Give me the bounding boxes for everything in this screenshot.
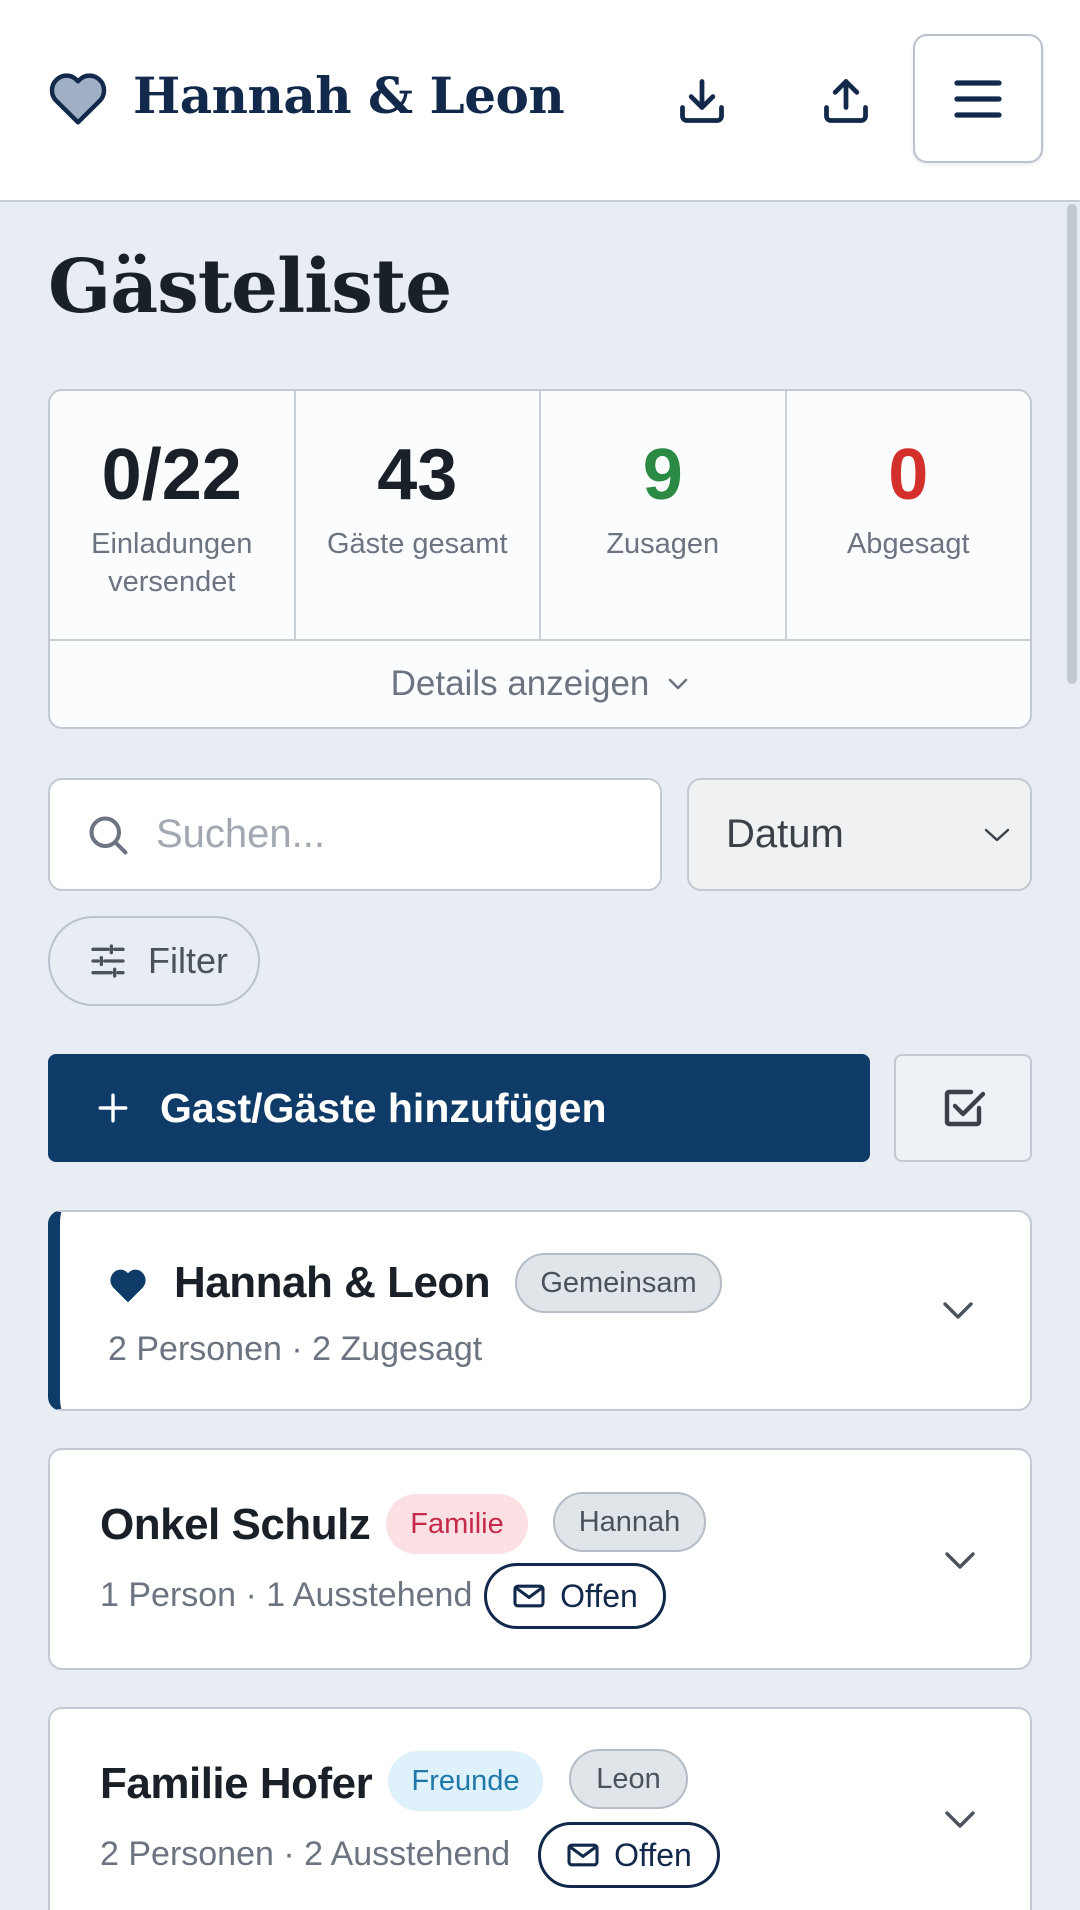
group-tag-owner: Hannah — [553, 1492, 706, 1552]
app-title: Hannah & Leon — [133, 66, 565, 125]
details-toggle[interactable]: Details anzeigen — [50, 641, 1030, 727]
group-name: Familie Hofer — [100, 1759, 373, 1808]
stat-label: Zusagen — [606, 528, 720, 560]
checkbox-icon — [944, 1089, 986, 1127]
group-name: Onkel Schulz — [100, 1500, 371, 1549]
chevron-down-icon — [984, 828, 1010, 841]
guest-group-card[interactable]: Familie Hofer Freunde Leon 2 Personen · … — [48, 1707, 1032, 1910]
stat-accepted: 9 Zusagen — [541, 391, 787, 639]
sliders-icon — [91, 944, 125, 978]
filter-button[interactable]: Filter — [48, 916, 260, 1006]
add-guest-button[interactable]: Gast/Gäste hinzufügen — [48, 1054, 870, 1162]
stat-declined: 0 Abgesagt — [787, 391, 1031, 639]
group-summary: 2 Personen · 2 Zugesagt — [108, 1330, 483, 1368]
page-title: Gästeliste — [48, 244, 452, 330]
sort-select[interactable]: Datum — [687, 778, 1032, 891]
sort-selected-value: Datum — [726, 812, 844, 856]
download-icon — [680, 79, 724, 123]
upload-icon — [824, 79, 868, 123]
scrollbar[interactable] — [1067, 204, 1077, 684]
details-label: Details anzeigen — [390, 664, 650, 703]
guest-group-card[interactable]: Hannah & Leon Gemeinsam 2 Personen · 2 Z… — [48, 1210, 1032, 1411]
download-button[interactable] — [667, 66, 737, 136]
status-label: Offen — [560, 1577, 638, 1614]
menu-icon — [954, 79, 1002, 118]
guest-group-card[interactable]: Onkel Schulz Familie Hannah 1 Person · 1… — [48, 1448, 1032, 1670]
heart-icon — [110, 1269, 146, 1303]
stats-panel: 0/22 Einladungen versendet 43 Gäste gesa… — [48, 389, 1032, 729]
filter-label: Filter — [148, 940, 228, 981]
stat-label: Gäste gesamt — [326, 528, 508, 560]
stat-value: 43 — [377, 435, 458, 515]
group-tag: Gemeinsam — [515, 1253, 722, 1313]
chevron-down-icon[interactable] — [942, 1809, 978, 1831]
stat-label: Abgesagt — [846, 528, 970, 560]
search-box — [48, 778, 662, 891]
mail-icon — [567, 1843, 599, 1867]
upload-button[interactable] — [811, 66, 881, 136]
plus-icon — [98, 1093, 128, 1123]
stat-invitations-sent: 0/22 Einladungen versendet — [50, 391, 296, 639]
stat-value: 9 — [642, 435, 683, 515]
chevron-down-icon[interactable] — [942, 1550, 978, 1572]
invitation-status-badge[interactable]: Offen — [538, 1822, 720, 1888]
invitation-status-badge[interactable]: Offen — [484, 1563, 666, 1629]
app-header: Hannah & Leon — [0, 0, 1080, 202]
group-tag-owner: Leon — [569, 1749, 688, 1809]
chevron-down-icon — [669, 678, 688, 690]
stat-guests-total: 43 Gäste gesamt — [296, 391, 541, 639]
add-guest-label: Gast/Gäste hinzufügen — [160, 1084, 607, 1131]
chevron-down-icon[interactable] — [940, 1300, 976, 1322]
group-summary: 1 Person · 1 Ausstehend — [100, 1576, 473, 1614]
stat-value: 0 — [888, 435, 929, 515]
stat-value: 0/22 — [101, 435, 242, 515]
group-name: Hannah & Leon — [174, 1258, 491, 1307]
heart-icon — [49, 73, 107, 125]
status-label: Offen — [614, 1836, 692, 1873]
stat-label: Einladungen versendet — [91, 528, 253, 598]
menu-button[interactable] — [913, 34, 1043, 163]
select-mode-button[interactable] — [894, 1054, 1032, 1162]
group-tag-category: Familie — [386, 1494, 528, 1554]
search-input[interactable] — [156, 812, 616, 857]
mail-icon — [513, 1584, 545, 1608]
search-icon — [89, 815, 128, 854]
group-summary: 2 Personen · 2 Ausstehend — [100, 1835, 511, 1873]
group-tag-category: Freunde — [388, 1751, 543, 1811]
